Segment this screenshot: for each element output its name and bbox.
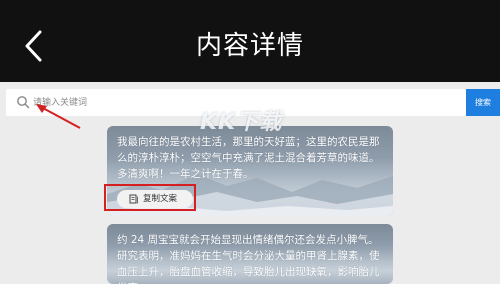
card-text: 约 24 周宝宝就会开始显现出情绪偶尔还会发点小脾气。研究表明，准妈妈在生气时会… bbox=[117, 234, 380, 284]
search-icon bbox=[17, 96, 30, 109]
app-header: 内容详情 bbox=[0, 0, 500, 82]
document-copy-icon bbox=[129, 194, 138, 204]
search-box[interactable] bbox=[6, 89, 466, 116]
chevron-left-icon bbox=[25, 30, 42, 62]
page-title: 内容详情 bbox=[195, 31, 304, 61]
search-button[interactable]: 搜索 bbox=[466, 89, 500, 116]
card-text: 我最向往的是农村生活，那里的天好蓝；这里的农民是那么的淳朴淳朴；空空气中充满了泥… bbox=[117, 136, 380, 180]
search-input[interactable] bbox=[33, 93, 453, 112]
copy-button-label: 复制文案 bbox=[143, 194, 178, 204]
search-bar: 搜索 bbox=[0, 89, 500, 116]
copy-text-button[interactable]: 复制文案 bbox=[117, 190, 193, 208]
back-button[interactable] bbox=[22, 29, 46, 63]
content-card: 我最向往的是农村生活，那里的天好蓝；这里的农民是那么的淳朴淳朴；空空气中充满了泥… bbox=[107, 126, 393, 216]
content-card: 约 24 周宝宝就会开始显现出情绪偶尔还会发点小脾气。研究表明，准妈妈在生气时会… bbox=[107, 224, 393, 284]
